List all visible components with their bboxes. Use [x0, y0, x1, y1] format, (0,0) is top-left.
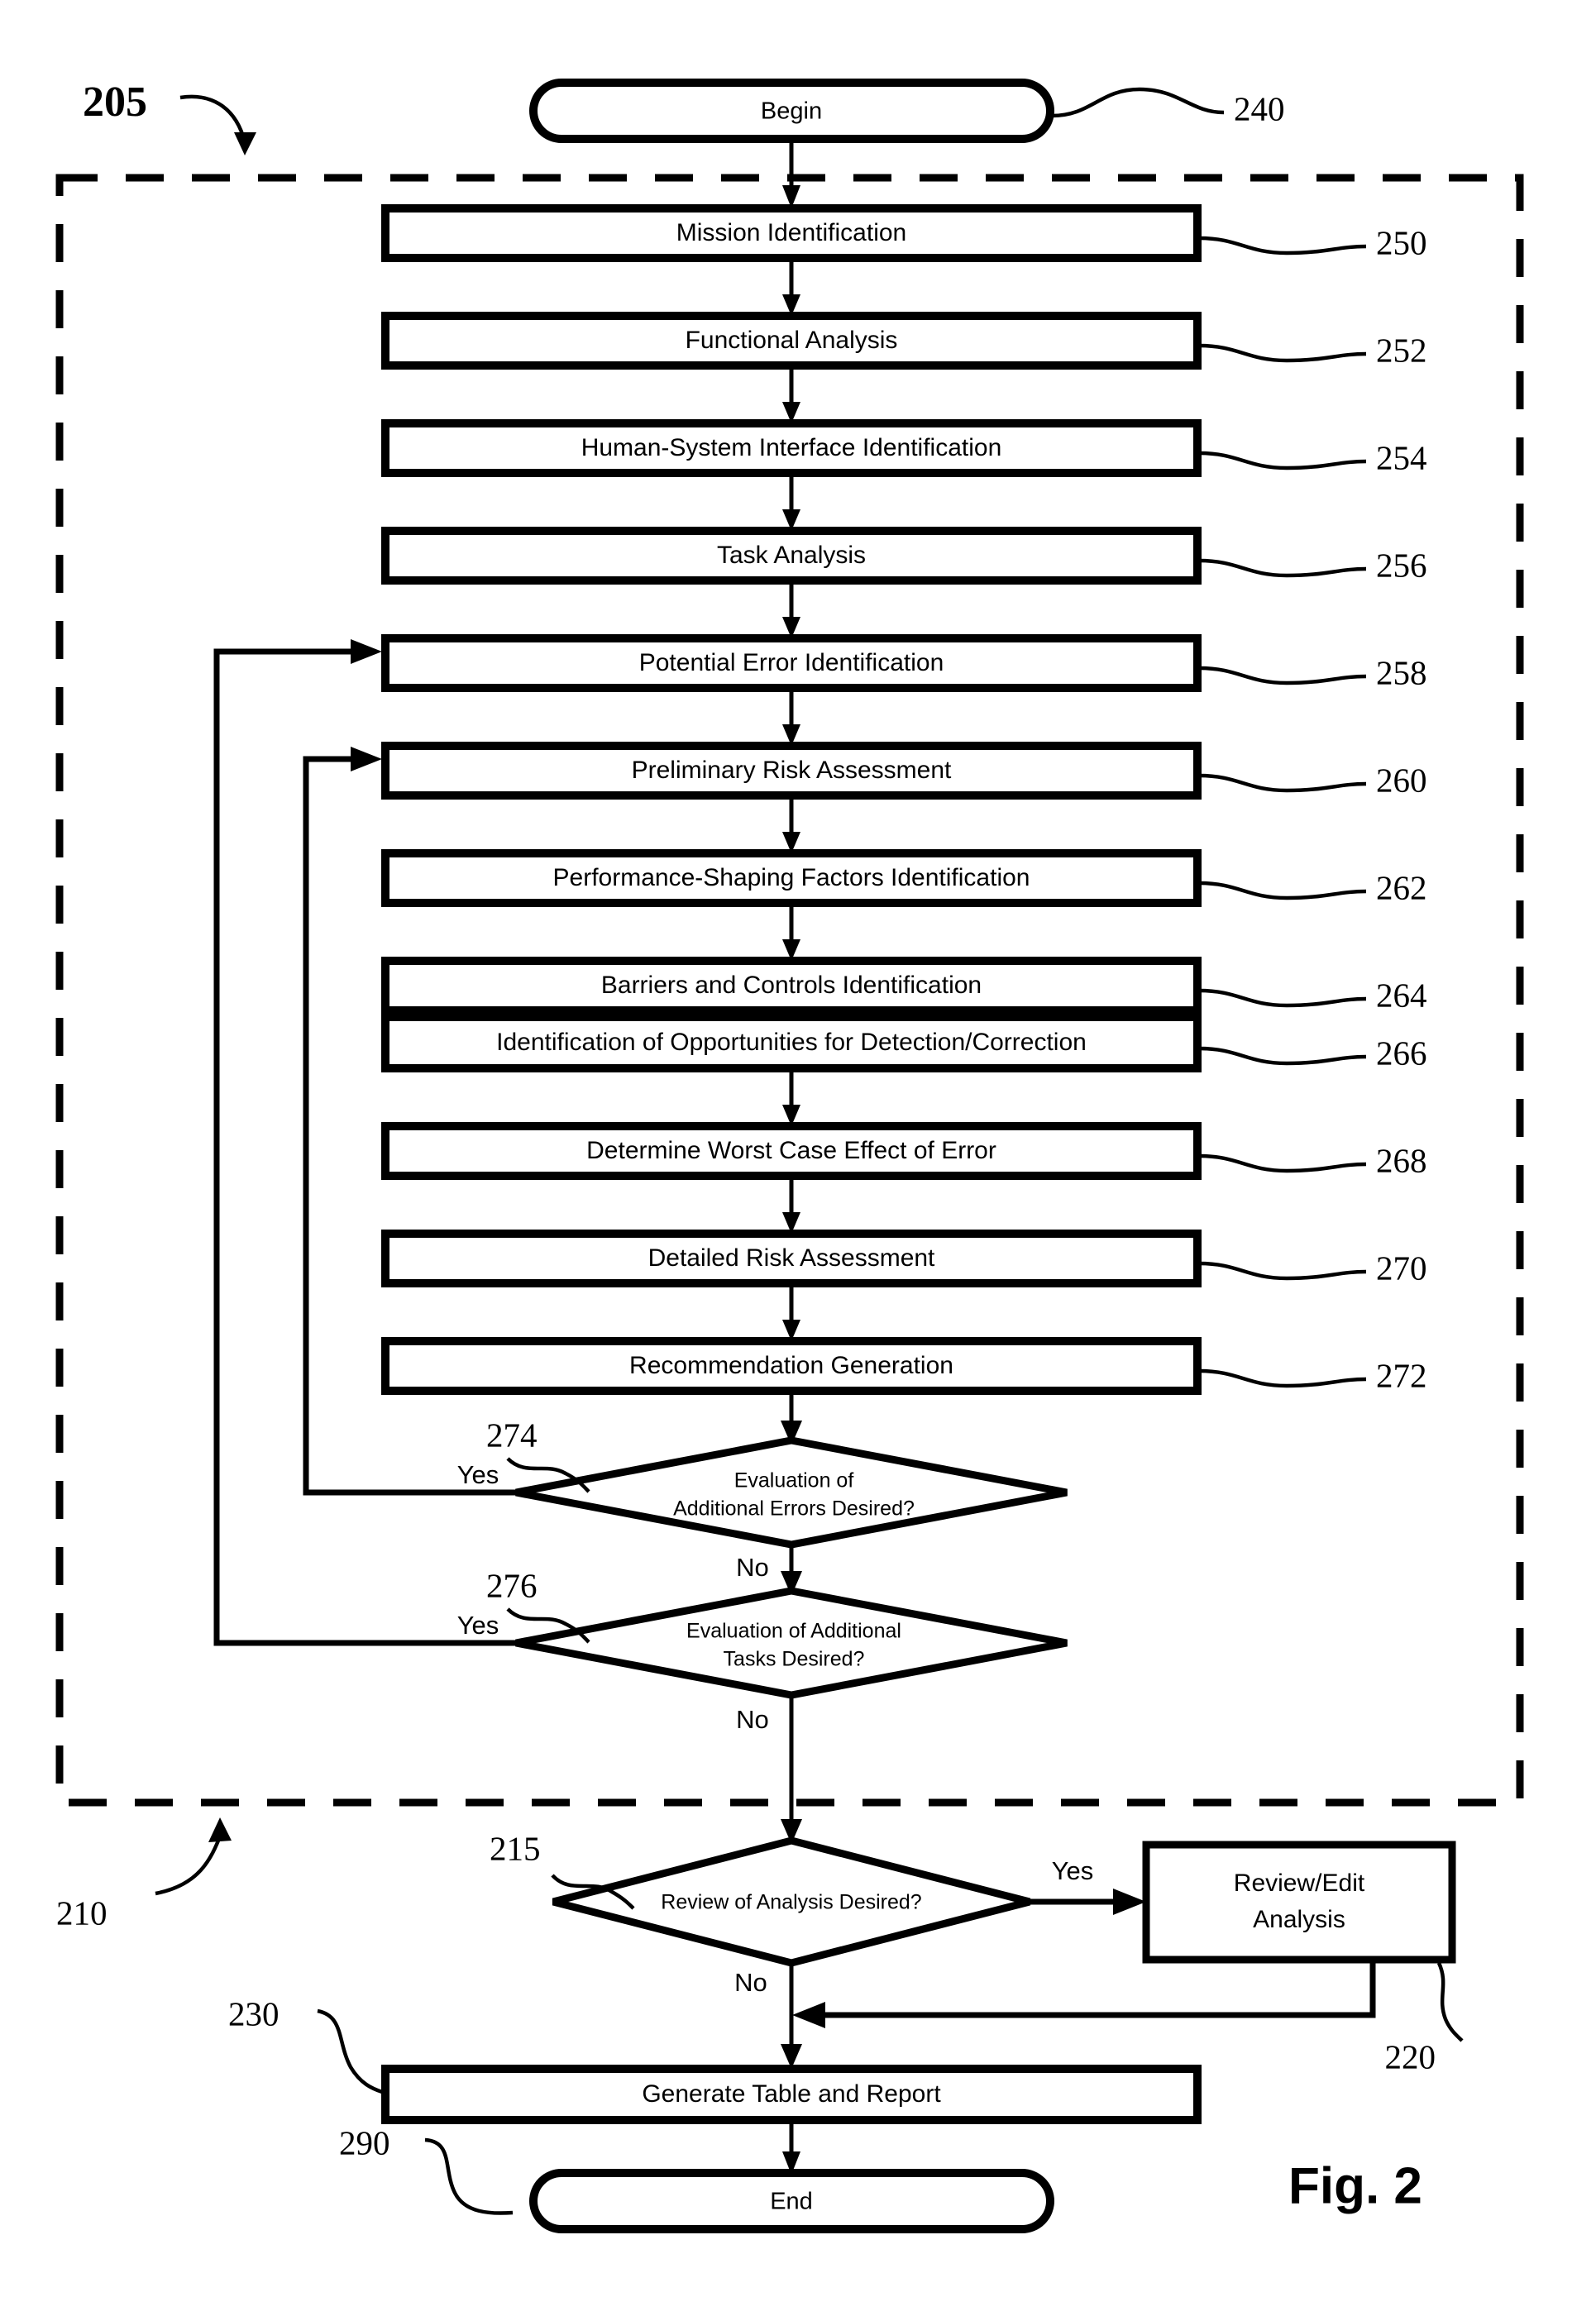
ref-205-label: 205 — [83, 79, 147, 126]
process-box-270-label: Detailed Risk Assessment — [648, 1244, 935, 1272]
decision-215-no-label: No — [734, 1968, 767, 1997]
terminal-begin-label: Begin — [761, 98, 822, 125]
ref-262-leader — [1198, 881, 1367, 900]
figure-caption: Fig. 2 — [1288, 2157, 1422, 2214]
ref-260-leader — [1198, 773, 1367, 793]
terminal-end-label: End — [770, 2189, 813, 2215]
ref-270-leader — [1198, 1261, 1367, 1281]
decision-276-yes-label: Yes — [457, 1611, 499, 1640]
ref-240-label: 240 — [1234, 89, 1285, 127]
ref-272-leader — [1198, 1368, 1367, 1388]
ref-262-label: 262 — [1376, 868, 1427, 906]
ref-272-label: 272 — [1376, 1356, 1427, 1394]
ref-268-leader — [1198, 1153, 1367, 1173]
patent-figure-page: 205 210 Begin 240 Mission Identification… — [0, 0, 1596, 2297]
ref-264-label: 264 — [1376, 976, 1427, 1014]
ref-270-label: 270 — [1376, 1249, 1427, 1287]
process-box-250-label: Mission Identification — [676, 219, 906, 246]
arrowhead — [351, 747, 382, 771]
decision-215-line1: Review of Analysis Desired? — [661, 1891, 921, 1914]
arrowhead — [1113, 1889, 1146, 1915]
arrowhead — [351, 639, 382, 664]
ref-256-leader — [1198, 558, 1367, 578]
flow-review-back-to-main — [820, 1960, 1376, 2018]
process-box-262-label: Performance-Shaping Factors Identificati… — [553, 864, 1030, 891]
ref-230-leader — [317, 2008, 383, 2094]
flowchart-canvas: 205 210 Begin 240 Mission Identification… — [55, 79, 1524, 2233]
decision-276-line2: Tasks Desired? — [724, 1648, 865, 1671]
ref-210-label: 210 — [56, 1893, 108, 1932]
decision-274-yes-label: Yes — [457, 1460, 499, 1489]
decision-diamond-274 — [515, 1436, 1068, 1549]
ref-254-leader — [1198, 451, 1367, 470]
ref-290-leader — [424, 2137, 514, 2215]
ref-252-leader — [1198, 343, 1367, 363]
decision-276-no-label: No — [736, 1705, 769, 1734]
ref-215-label: 215 — [490, 1829, 541, 1867]
decision-diamond-276 — [515, 1587, 1068, 1699]
ref-250-label: 250 — [1376, 223, 1427, 261]
arrowhead — [792, 2002, 825, 2028]
ref-230-label: 230 — [228, 1994, 280, 2032]
process-box-258-label: Potential Error Identification — [639, 649, 944, 676]
ref-252-label: 252 — [1376, 331, 1427, 369]
ref-268-label: 268 — [1376, 1141, 1427, 1179]
process-box-254-label: Human-System Interface Identification — [581, 434, 1002, 461]
review-edit-analysis-box — [1142, 1841, 1456, 1964]
ref-260-label: 260 — [1376, 761, 1427, 799]
ref-240-leader — [1051, 87, 1225, 118]
review-edit-analysis-line2: Analysis — [1253, 1906, 1345, 1933]
decision-274-line2: Additional Errors Desired? — [673, 1497, 915, 1521]
ref-205-leader — [179, 94, 247, 143]
process-box-272-label: Recommendation Generation — [629, 1352, 953, 1379]
ref-290-label: 290 — [339, 2123, 390, 2161]
ref-256-label: 256 — [1376, 546, 1427, 584]
decision-215-yes-label: Yes — [1052, 1856, 1094, 1885]
decision-274-line1: Evaluation of — [734, 1469, 854, 1492]
ref-250-leader — [1198, 236, 1367, 255]
ref-274-label: 274 — [486, 1416, 538, 1454]
ref-276-label: 276 — [486, 1566, 538, 1604]
process-box-264-label: Barriers and Controls Identification — [601, 972, 982, 999]
ref-220-label: 220 — [1385, 2037, 1436, 2075]
ref-266-leader — [1198, 1046, 1367, 1066]
generate-table-report-label: Generate Table and Report — [642, 2080, 941, 2108]
ref-264-leader — [1198, 988, 1367, 1008]
ref-266-label: 266 — [1376, 1034, 1427, 1072]
process-box-256-label: Task Analysis — [717, 542, 866, 569]
ref-210-arrowhead — [208, 1817, 232, 1842]
process-box-252-label: Functional Analysis — [686, 327, 898, 354]
process-box-268-label: Determine Worst Case Effect of Error — [586, 1137, 996, 1164]
process-box-266-label: Identification of Opportunities for Dete… — [496, 1029, 1087, 1056]
review-edit-analysis-line1: Review/Edit — [1234, 1870, 1365, 1897]
decision-276-line1: Evaluation of Additional — [686, 1620, 901, 1643]
ref-220-leader — [1436, 1962, 1464, 2042]
ref-258-leader — [1198, 666, 1367, 685]
process-box-260-label: Preliminary Risk Assessment — [632, 757, 952, 784]
ref-254-label: 254 — [1376, 438, 1427, 476]
ref-205-arrowhead — [234, 132, 256, 155]
ref-258-label: 258 — [1376, 653, 1427, 691]
decision-274-no-label: No — [736, 1553, 769, 1582]
